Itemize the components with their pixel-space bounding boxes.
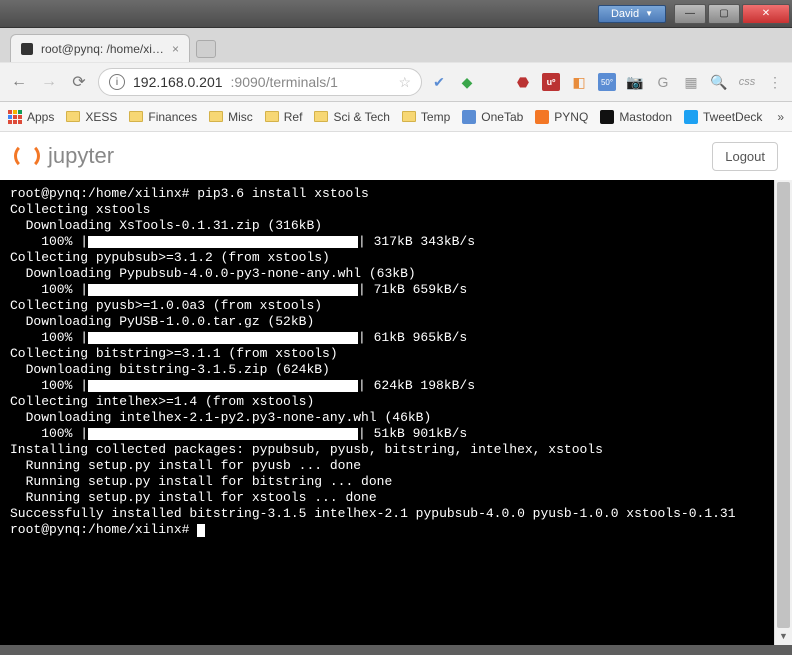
- jupyter-brand[interactable]: jupyter: [14, 143, 114, 169]
- extension-icon[interactable]: G: [654, 73, 672, 91]
- bookmark-item[interactable]: Misc: [209, 110, 253, 124]
- scrollbar-track[interactable]: ▲ ▼: [774, 180, 792, 645]
- jupyter-header: jupyter Logout: [0, 132, 792, 180]
- user-label: David: [611, 8, 639, 20]
- extension-icon[interactable]: ⬣: [514, 73, 532, 91]
- bookmark-label: Finances: [148, 110, 197, 124]
- folder-icon: [209, 111, 223, 122]
- folder-icon: [265, 111, 279, 122]
- bookmark-item[interactable]: Temp: [402, 110, 450, 124]
- chevron-down-icon: ▼: [645, 9, 653, 18]
- terminal-pane[interactable]: root@pynq:/home/xilinx# pip3.6 install x…: [0, 180, 792, 645]
- jupyter-logo-icon: [14, 143, 40, 169]
- extension-icon[interactable]: ✔: [430, 73, 448, 91]
- site-info-icon[interactable]: i: [109, 74, 125, 90]
- browser-tabstrip: root@pynq: /home/xilinx ×: [0, 28, 792, 62]
- bookmark-label: Mastodon: [619, 110, 672, 124]
- bookmark-item[interactable]: XESS: [66, 110, 117, 124]
- window-close-button[interactable]: ✕: [742, 4, 790, 24]
- extension-icon[interactable]: 50°: [598, 73, 616, 91]
- apps-label: Apps: [27, 110, 54, 124]
- bookmark-label: Ref: [284, 110, 303, 124]
- extension-icon[interactable]: uº: [542, 73, 560, 91]
- apps-button[interactable]: Apps: [8, 110, 54, 124]
- logout-button[interactable]: Logout: [712, 142, 778, 171]
- bookmark-item[interactable]: Ref: [265, 110, 303, 124]
- new-tab-button[interactable]: [196, 40, 216, 58]
- folder-icon: [402, 111, 416, 122]
- chrome-menu-icon[interactable]: ⋮: [766, 73, 784, 91]
- window-maximize-button[interactable]: ▢: [708, 4, 740, 24]
- scroll-down-icon[interactable]: ▼: [778, 629, 789, 643]
- window-title-bar: David ▼ — ▢ ✕: [0, 0, 792, 28]
- apps-grid-icon: [8, 110, 22, 124]
- extension-icon[interactable]: ◧: [570, 73, 588, 91]
- bookmark-item[interactable]: OneTab: [462, 110, 523, 124]
- bookmark-label: Temp: [421, 110, 450, 124]
- extension-icon[interactable]: css: [738, 73, 756, 91]
- extension-icon[interactable]: 📷: [626, 73, 644, 91]
- bookmark-item[interactable]: Mastodon: [600, 110, 672, 124]
- extension-icon[interactable]: [486, 73, 504, 91]
- nav-reload-button[interactable]: ⟳: [68, 70, 90, 94]
- link-icon: [462, 110, 476, 124]
- extension-icon[interactable]: 🔍: [710, 73, 728, 91]
- bookmark-label: PYNQ: [554, 110, 588, 124]
- bookmark-label: TweetDeck: [703, 110, 762, 124]
- windows-user-button[interactable]: David ▼: [598, 5, 666, 23]
- url-host: 192.168.0.201: [133, 74, 223, 90]
- browser-tab[interactable]: root@pynq: /home/xilinx ×: [10, 34, 190, 62]
- bookmarks-overflow-icon[interactable]: »: [777, 110, 784, 124]
- nav-back-button[interactable]: ←: [8, 70, 30, 94]
- bookmark-star-icon[interactable]: ☆: [398, 74, 411, 91]
- bookmark-label: OneTab: [481, 110, 523, 124]
- scrollbar-thumb[interactable]: [777, 182, 790, 628]
- browser-extensions: ✔ ◆ ⬣ uº ◧ 50° 📷 G ▦ 🔍 css ⋮: [430, 73, 784, 91]
- extension-icon[interactable]: ◆: [458, 73, 476, 91]
- folder-icon: [314, 111, 328, 122]
- window-border: [0, 645, 792, 655]
- bookmark-item[interactable]: TweetDeck: [684, 110, 762, 124]
- tab-title: root@pynq: /home/xilinx: [41, 42, 164, 56]
- address-bar[interactable]: i 192.168.0.201 :9090/terminals/1 ☆: [98, 68, 422, 96]
- bookmark-label: Sci & Tech: [333, 110, 389, 124]
- tab-favicon-icon: [21, 43, 33, 55]
- window-minimize-button[interactable]: —: [674, 4, 706, 24]
- folder-icon: [129, 111, 143, 122]
- url-path: :9090/terminals/1: [231, 74, 338, 90]
- jupyter-brand-text: jupyter: [48, 143, 114, 169]
- nav-forward-button[interactable]: →: [38, 70, 60, 94]
- bookmarks-bar: Apps XESS Finances Misc Ref Sci & Tech Temp On…: [0, 102, 792, 132]
- link-icon: [535, 110, 549, 124]
- bookmark-label: XESS: [85, 110, 117, 124]
- bookmark-label: Misc: [228, 110, 253, 124]
- tab-close-icon[interactable]: ×: [172, 42, 179, 56]
- bookmark-item[interactable]: Finances: [129, 110, 197, 124]
- bookmark-item[interactable]: Sci & Tech: [314, 110, 389, 124]
- bookmark-item[interactable]: PYNQ: [535, 110, 588, 124]
- link-icon: [600, 110, 614, 124]
- folder-icon: [66, 111, 80, 122]
- terminal-output: root@pynq:/home/xilinx# pip3.6 install x…: [10, 186, 782, 538]
- browser-toolbar: ← → ⟳ i 192.168.0.201 :9090/terminals/1 ☆…: [0, 62, 792, 102]
- extension-icon[interactable]: ▦: [682, 73, 700, 91]
- link-icon: [684, 110, 698, 124]
